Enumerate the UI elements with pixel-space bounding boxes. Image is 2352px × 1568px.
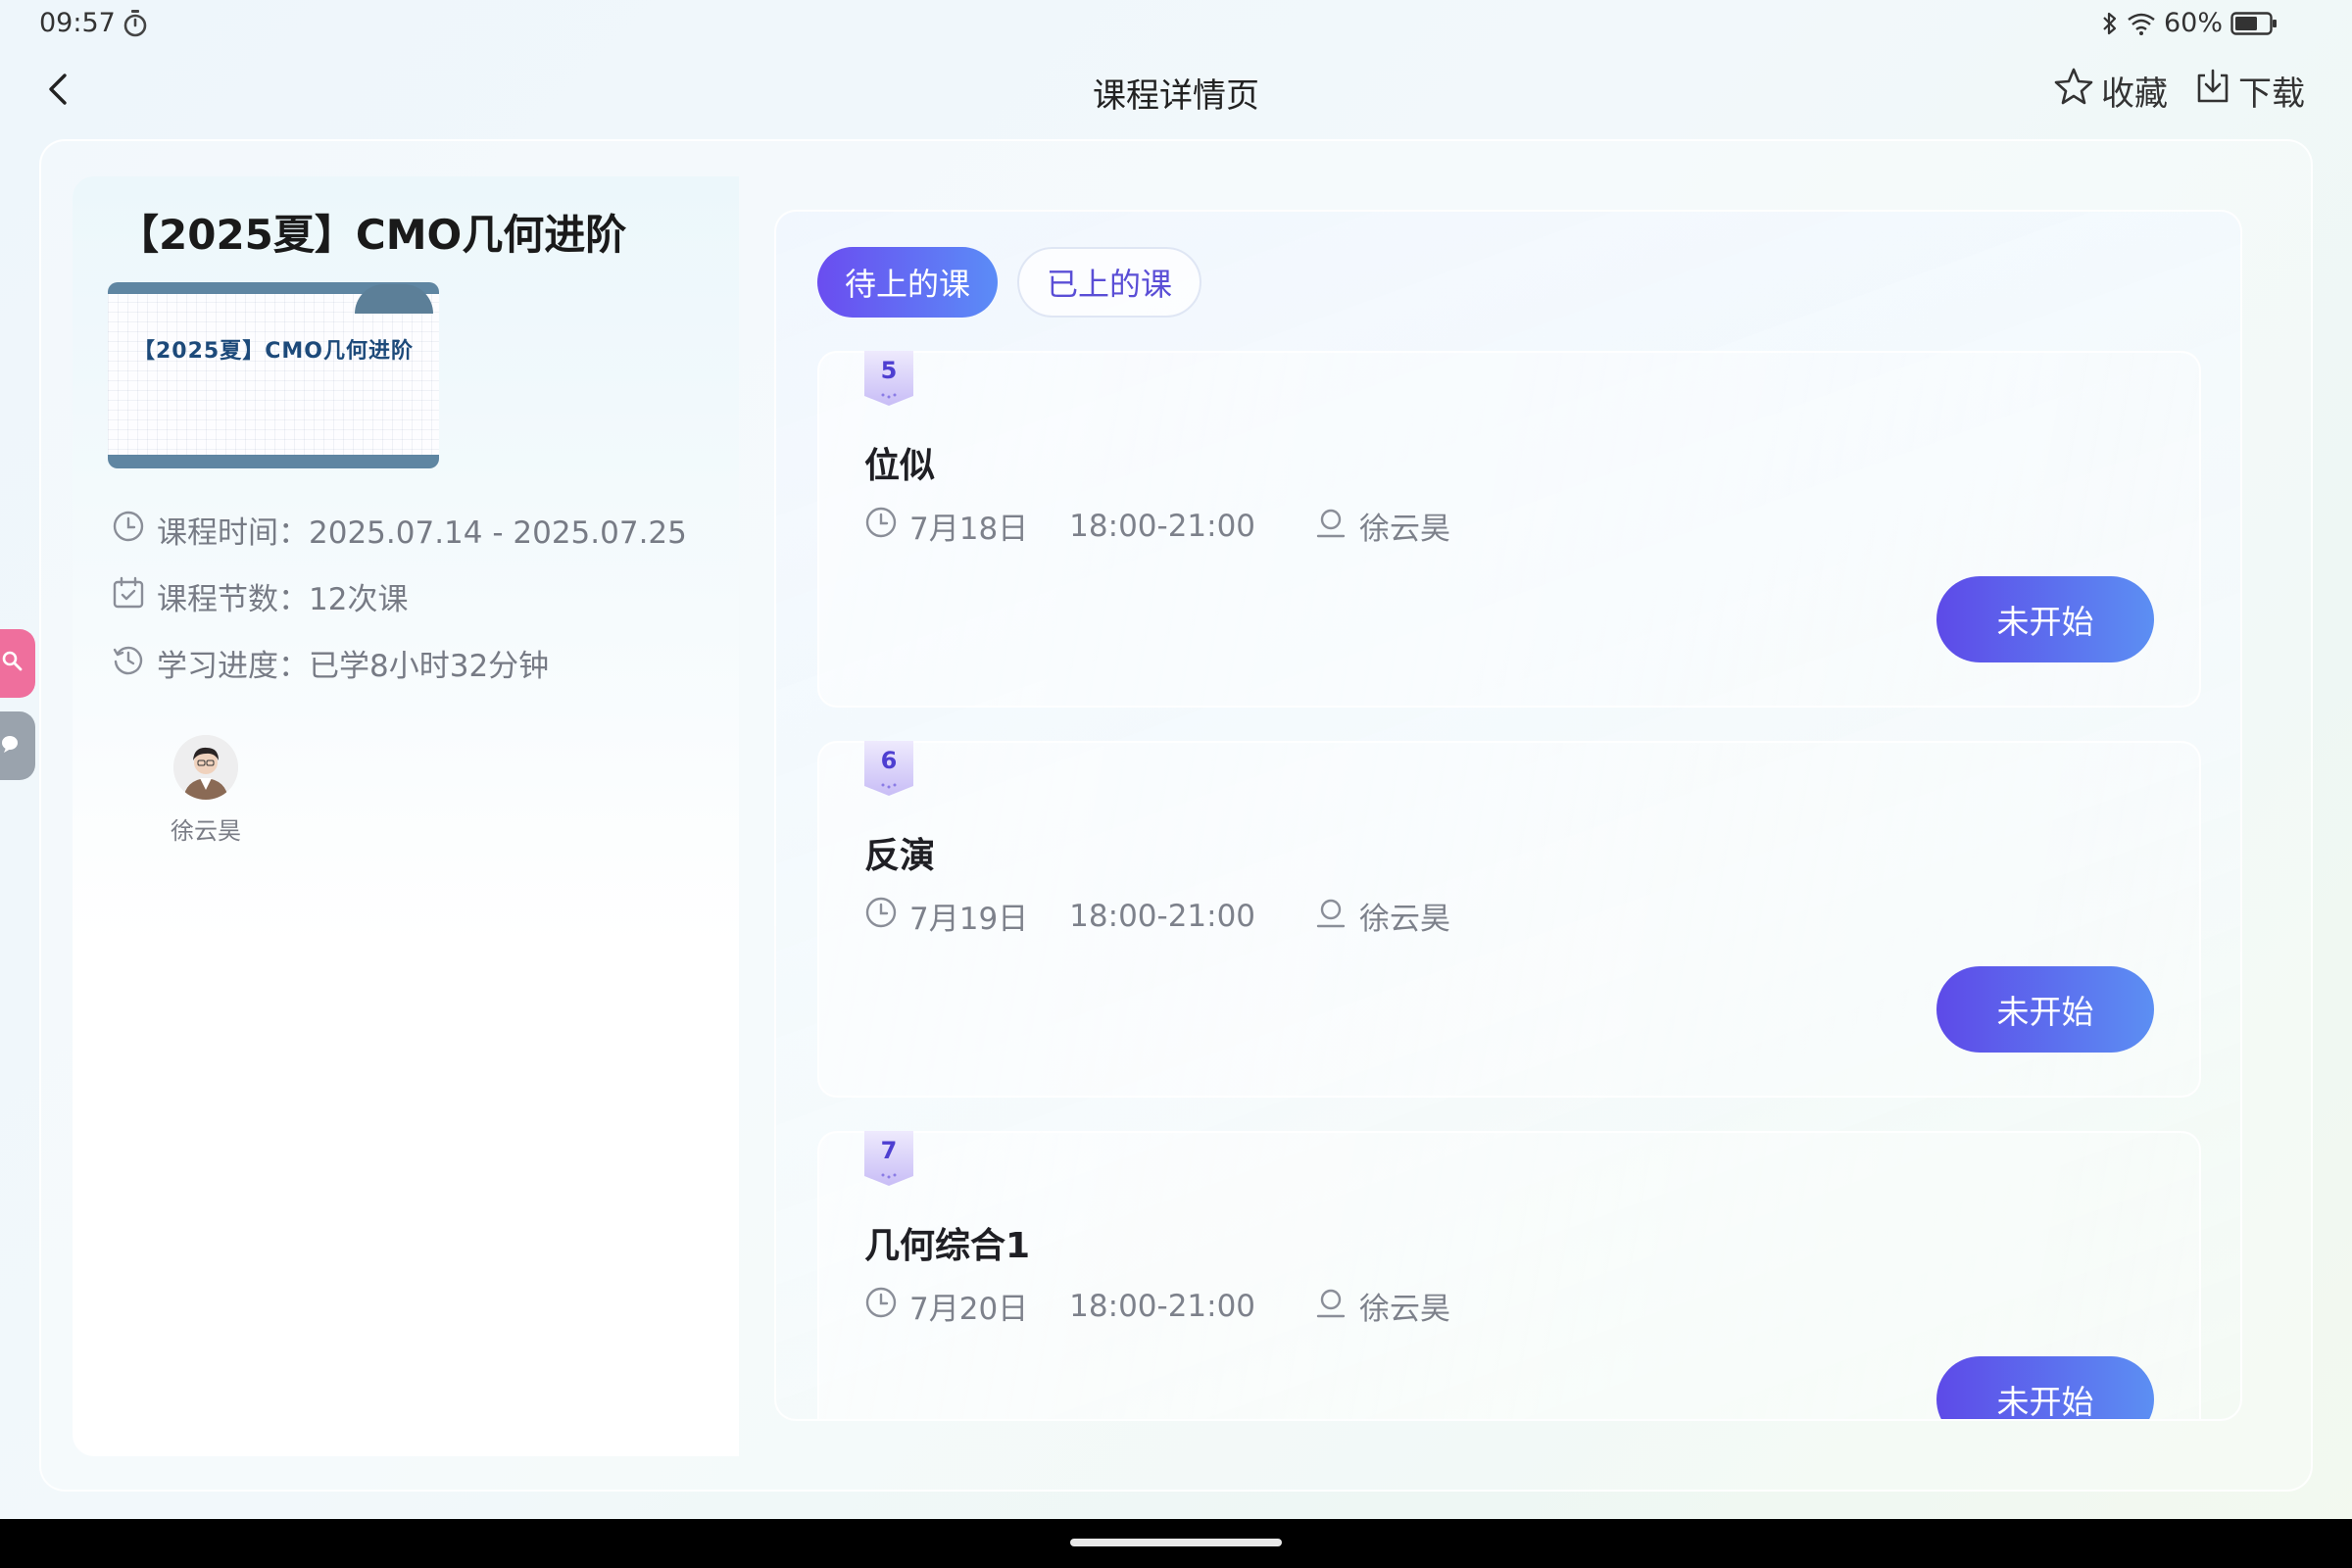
lesson-list-panel: 待上的课 已上的课 5 位似 7月18日 18:00-21:00 徐云昊 未开始	[774, 210, 2242, 1421]
lesson-tabs: 待上的课 已上的课	[817, 247, 1202, 318]
user-icon	[1314, 506, 1348, 547]
page-title: 课程详情页	[1093, 76, 1259, 116]
clock-icon	[864, 506, 898, 547]
header: 课程详情页 收藏 下载	[0, 59, 2352, 123]
tab-completed[interactable]: 已上的课	[1017, 247, 1202, 318]
download-label: 下载	[2238, 74, 2305, 114]
course-count-value: 12次课	[309, 582, 409, 617]
lesson-title: 位似	[864, 446, 936, 486]
lesson-index: 7	[880, 1137, 898, 1164]
search-icon	[2, 651, 24, 676]
lesson-status-button[interactable]: 未开始	[1936, 576, 2154, 662]
teacher-name: 徐云昊	[171, 817, 241, 845]
lesson-title: 几何综合1	[864, 1226, 1031, 1266]
status-bar: 09:57 60%	[0, 0, 2352, 49]
lesson-number-badge: 7	[864, 1131, 913, 1188]
lesson-meta: 7月18日 18:00-21:00 徐云昊	[864, 504, 1450, 548]
tab-upcoming[interactable]: 待上的课	[817, 247, 999, 318]
lesson-date: 7月18日	[909, 512, 1029, 547]
stopwatch-icon	[122, 9, 149, 38]
course-count-label: 课程节数：	[157, 582, 309, 617]
lesson-teacher: 徐云昊	[1314, 504, 1450, 548]
user-icon	[1314, 1286, 1348, 1327]
floating-search-button[interactable]	[0, 629, 35, 698]
lesson-date: 7月20日	[909, 1292, 1029, 1327]
lesson-status-button[interactable]: 未开始	[1936, 966, 2154, 1053]
lesson-status-button[interactable]: 未开始	[1936, 1356, 2154, 1419]
lesson-meta: 7月20日 18:00-21:00 徐云昊	[864, 1284, 1450, 1328]
teacher-avatar	[173, 735, 238, 800]
lesson-teacher: 徐云昊	[1314, 1284, 1450, 1328]
lesson-meta: 7月19日 18:00-21:00 徐云昊	[864, 894, 1450, 938]
home-indicator[interactable]	[1070, 1539, 1282, 1546]
user-icon	[1314, 896, 1348, 937]
course-title: 【2025夏】CMO几何进阶	[118, 211, 627, 259]
lesson-date: 7月19日	[909, 902, 1029, 937]
clock-icon	[112, 510, 145, 551]
cover-bottom-bar	[108, 455, 439, 468]
wifi-icon	[2127, 12, 2156, 35]
lesson-time: 18:00-21:00	[1069, 508, 1256, 544]
clock-icon	[864, 1286, 898, 1327]
lesson-card[interactable]: 7 几何综合1 7月20日 18:00-21:00 徐云昊 未开始	[817, 1131, 2201, 1419]
learning-progress-row: 学习进度：已学8小时32分钟	[112, 641, 549, 685]
lesson-index: 5	[880, 357, 898, 384]
lesson-number-badge: 6	[864, 741, 913, 798]
course-time-label: 课程时间：	[157, 515, 309, 551]
lesson-teacher-name: 徐云昊	[1359, 512, 1451, 547]
lesson-index: 6	[880, 747, 898, 774]
status-time: 09:57	[39, 8, 116, 38]
status-indicators: 60%	[2101, 8, 2278, 38]
favorite-button[interactable]: 收藏	[2054, 67, 2168, 115]
header-actions: 收藏 下载	[2054, 67, 2305, 115]
cover-title: 【2025夏】CMO几何进阶	[133, 339, 414, 364]
course-count-row: 课程节数：12次课	[112, 574, 408, 618]
lesson-teacher: 徐云昊	[1314, 894, 1450, 938]
favorite-label: 收藏	[2101, 74, 2168, 114]
system-navigation-bar	[0, 1519, 2352, 1568]
floating-chat-button[interactable]	[0, 711, 35, 780]
bluetooth-icon	[2101, 11, 2119, 36]
lesson-time: 18:00-21:00	[1069, 898, 1256, 934]
lesson-time: 18:00-21:00	[1069, 1288, 1256, 1324]
lesson-schedule: 7月19日 18:00-21:00	[864, 894, 1255, 938]
clock-icon	[864, 896, 898, 937]
learning-progress-label: 学习进度：	[157, 649, 309, 684]
star-icon	[2054, 67, 2093, 115]
battery-percent: 60%	[2163, 8, 2223, 38]
course-time-value: 2025.07.14 - 2025.07.25	[309, 515, 687, 551]
lesson-teacher-name: 徐云昊	[1359, 1292, 1451, 1327]
lesson-title: 反演	[864, 836, 936, 876]
lesson-schedule: 7月18日 18:00-21:00	[864, 504, 1255, 548]
lesson-schedule: 7月20日 18:00-21:00	[864, 1284, 1255, 1328]
course-info-panel: 【2025夏】CMO几何进阶 【2025夏】CMO几何进阶 课程时间：2025.…	[73, 176, 739, 1456]
lesson-card[interactable]: 6 反演 7月19日 18:00-21:00 徐云昊 未开始	[817, 741, 2201, 1098]
chat-bubble-icon	[2, 734, 22, 758]
course-cover-image: 【2025夏】CMO几何进阶	[108, 282, 439, 468]
lesson-card[interactable]: 5 位似 7月18日 18:00-21:00 徐云昊 未开始	[817, 351, 2201, 708]
learning-progress-value: 已学8小时32分钟	[309, 649, 550, 684]
download-icon	[2195, 68, 2230, 114]
lesson-number-badge: 5	[864, 351, 913, 408]
download-button[interactable]: 下载	[2195, 67, 2305, 115]
battery-icon	[2230, 11, 2278, 36]
teacher-card[interactable]: 徐云昊	[147, 735, 265, 846]
course-time-row: 课程时间：2025.07.14 - 2025.07.25	[112, 508, 687, 552]
lesson-teacher-name: 徐云昊	[1359, 902, 1451, 937]
history-icon	[112, 643, 145, 684]
calendar-check-icon	[112, 576, 145, 617]
